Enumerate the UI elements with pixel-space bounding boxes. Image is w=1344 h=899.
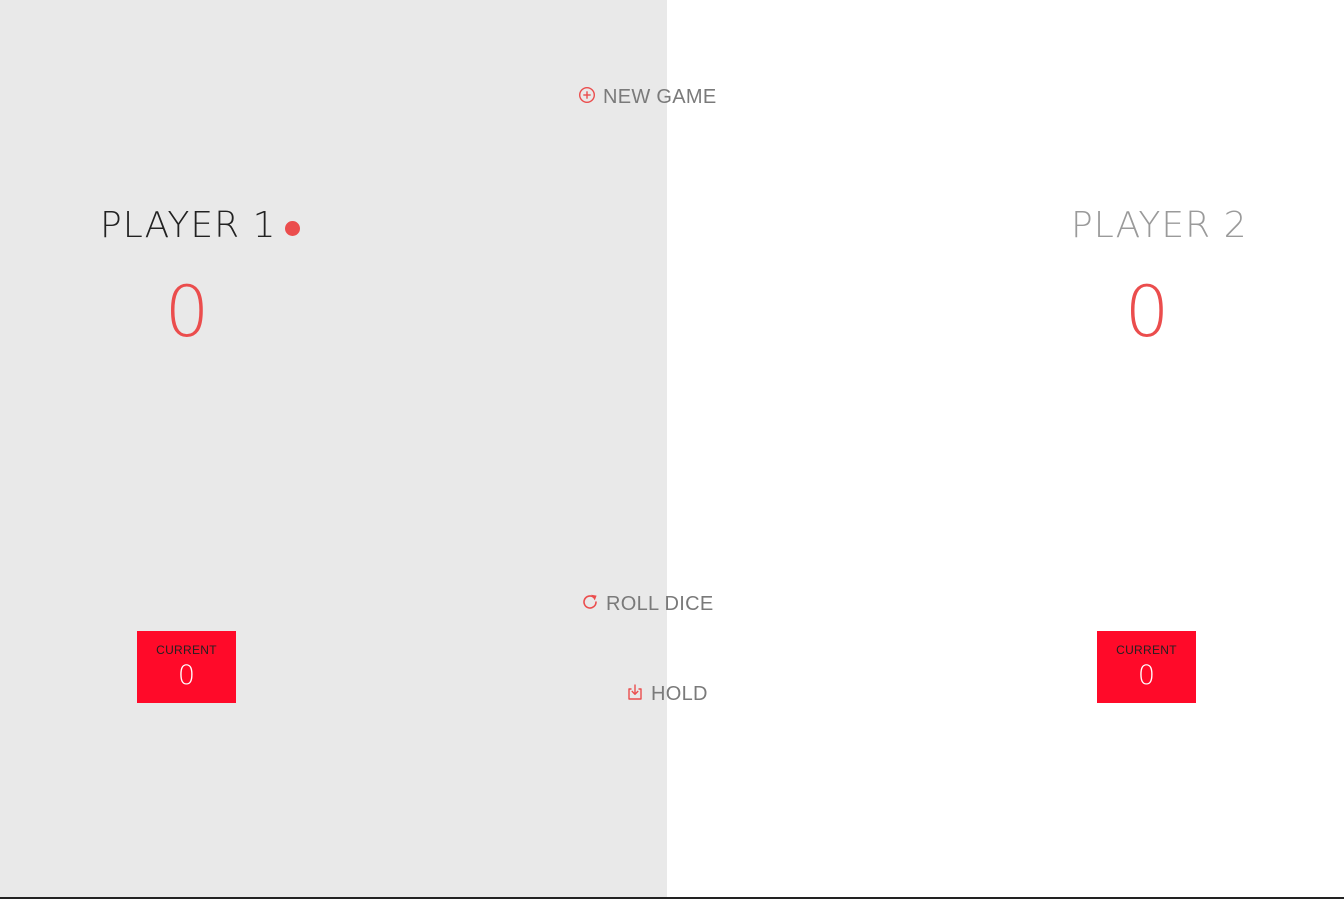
player-1-current-label: CURRENT: [156, 643, 217, 657]
player-2-current-label: CURRENT: [1116, 643, 1177, 657]
player-2-panel: [667, 0, 1344, 897]
player-2-score: 0: [1124, 271, 1170, 353]
player-1-current-score: 0: [177, 660, 196, 691]
add-circle-icon: [578, 86, 596, 104]
player-1-score: 0: [164, 271, 210, 353]
player-2-name-label: PLAYER 2: [1071, 205, 1248, 246]
player-2-name: PLAYER 2: [1071, 204, 1248, 248]
player-1-panel: PLAYER 1 0 CURRENT 0: [0, 0, 667, 897]
player-2-current-score: 0: [1137, 660, 1156, 691]
roll-dice-button[interactable]: ROLL DICE: [581, 593, 714, 616]
active-dot-icon: [284, 221, 300, 236]
player-1-current-box: CURRENT 0: [137, 631, 236, 703]
new-game-button[interactable]: NEW GAME: [578, 86, 717, 109]
download-icon: [626, 683, 644, 701]
new-game-label: NEW GAME: [603, 86, 717, 108]
player-1-name: PLAYER 1: [100, 204, 300, 248]
player-1-name-label: PLAYER 1: [100, 205, 277, 246]
player-2-current-box: CURRENT 0: [1097, 631, 1196, 703]
game-board: PLAYER 1 0 CURRENT 0 PLAYER 2 0 CURRENT …: [0, 0, 1344, 899]
refresh-icon: [581, 593, 599, 611]
hold-label: HOLD: [651, 683, 708, 705]
hold-button[interactable]: HOLD: [626, 683, 708, 706]
roll-dice-label: ROLL DICE: [606, 593, 714, 615]
